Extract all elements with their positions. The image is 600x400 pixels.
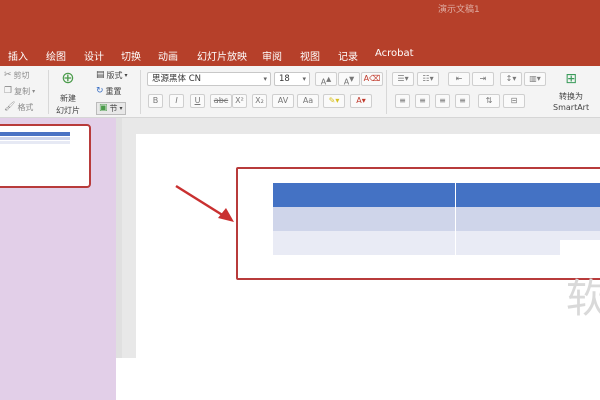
tab-review[interactable]: 审阅 [262, 48, 282, 63]
clear-formatting-icon[interactable]: A⌫ [361, 72, 383, 86]
convert-smartart-button[interactable]: ⊞ 转换为 SmartArt [553, 72, 589, 112]
tab-view[interactable]: 视图 [300, 48, 320, 63]
slide-thumbnail-1[interactable] [0, 124, 91, 188]
copy-button[interactable]: ❐ 复制 ▾ [4, 86, 35, 97]
new-slide-button[interactable]: ⊕ 新建 幻灯片 [56, 70, 80, 116]
thumbnail-table-row [0, 137, 70, 140]
decrease-font-size-button[interactable]: A▼ [338, 72, 360, 87]
highlight-box [236, 167, 600, 280]
increase-indent-icon[interactable]: ⇥ [472, 72, 494, 86]
tab-transitions[interactable]: 切换 [121, 48, 141, 63]
annotation-arrow-icon [175, 184, 234, 222]
numbering-icon[interactable]: ☷▾ [417, 72, 439, 86]
change-case-icon[interactable]: Aa [297, 94, 319, 108]
smartart-icon: ⊞ [565, 71, 577, 87]
italic-button[interactable]: I [169, 94, 184, 108]
reset-icon: ↻ [96, 86, 104, 96]
scissors-icon: ✂ [4, 70, 12, 80]
justify-icon[interactable]: ≡ [455, 94, 470, 108]
window-title: 演示文稿1 [438, 5, 480, 15]
copy-icon: ❐ [4, 86, 13, 96]
align-left-icon[interactable]: ≡ [395, 94, 410, 108]
decrease-indent-icon[interactable]: ⇤ [448, 72, 470, 86]
bullets-icon[interactable]: ☰▾ [392, 72, 414, 86]
strikethrough-button[interactable]: abc [210, 94, 232, 108]
tab-acrobat[interactable]: Acrobat [375, 48, 414, 59]
chevron-down-icon: ▾ [263, 75, 267, 83]
tab-record[interactable]: 记录 [338, 48, 358, 63]
divider [140, 70, 141, 114]
chevron-down-icon: ▾ [119, 104, 123, 112]
notes-area [116, 358, 600, 400]
new-slide-icon: ⊕ [61, 68, 75, 87]
chevron-down-icon: ▾ [32, 87, 36, 95]
section-icon: ▣ [99, 103, 108, 113]
align-center-icon[interactable]: ≡ [415, 94, 430, 108]
brush-icon: 🖌 [4, 102, 16, 112]
increase-font-size-button[interactable]: A▲ [315, 72, 337, 87]
ribbon-toolbar: ✂ 剪切 ❐ 复制 ▾ 🖌 格式 ⊕ 新建 幻灯片 ▤ 版式 ▾ ↻ 重置 ▣ … [0, 66, 600, 118]
align-right-icon[interactable]: ≡ [435, 94, 450, 108]
layout-icon: ▤ [96, 70, 105, 80]
font-size-select[interactable]: 18 ▾ [274, 72, 310, 86]
thumbnail-table-header [0, 132, 70, 136]
chevron-down-icon: ▾ [124, 71, 128, 79]
title-bar: 演示文稿1 [0, 0, 600, 44]
bold-button[interactable]: B [148, 94, 163, 108]
format-painter-button[interactable]: 🖌 格式 [4, 102, 33, 113]
align-text-icon[interactable]: ⊟ [503, 94, 525, 108]
columns-icon[interactable]: ▥▾ [524, 72, 546, 86]
thumbnail-table-row [0, 141, 70, 144]
section-button[interactable]: ▣ 节 ▾ [96, 102, 126, 115]
line-spacing-icon[interactable]: ↕▾ [500, 72, 522, 86]
layout-button[interactable]: ▤ 版式 ▾ [96, 70, 128, 81]
cut-button[interactable]: ✂ 剪切 [4, 70, 30, 81]
reset-button[interactable]: ↻ 重置 [96, 86, 122, 97]
tab-design[interactable]: 设计 [84, 48, 104, 63]
chevron-down-icon: ▾ [302, 75, 306, 83]
divider [386, 70, 387, 114]
underline-button[interactable]: U [190, 94, 205, 108]
font-color-icon[interactable]: A▾ [350, 94, 372, 108]
font-family-select[interactable]: 思源黑体 CN ▾ [147, 72, 271, 86]
tab-slideshow[interactable]: 幻灯片放映 [197, 48, 247, 63]
ribbon-tab-bar: 插入 绘图 设计 切换 动画 幻灯片放映 审阅 视图 记录 Acrobat [0, 44, 600, 66]
divider [48, 70, 49, 114]
text-direction-icon[interactable]: ⇅ [478, 94, 500, 108]
subscript-button[interactable]: X₂ [252, 94, 267, 108]
watermark-text: 软 [566, 276, 600, 322]
tab-insert[interactable]: 插入 [8, 48, 28, 63]
tab-draw[interactable]: 绘图 [46, 48, 66, 63]
character-spacing-icon[interactable]: AV [272, 94, 294, 108]
highlight-icon[interactable]: ✎▾ [323, 94, 345, 108]
tab-animations[interactable]: 动画 [158, 48, 178, 63]
superscript-button[interactable]: X² [232, 94, 247, 108]
